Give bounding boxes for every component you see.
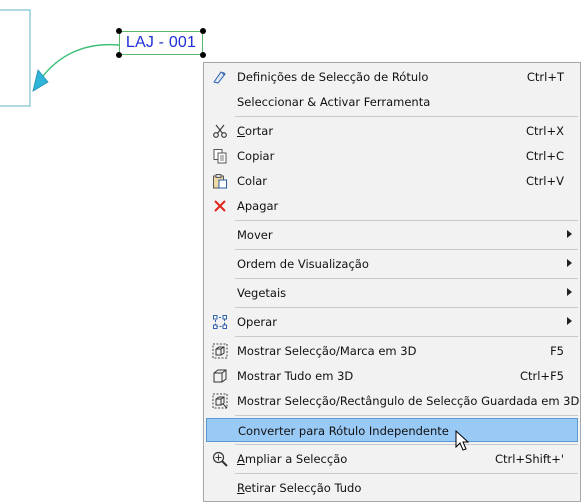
menu-item-zoom-selection[interactable]: Ampliar a Selecção Ctrl+Shift+': [206, 447, 578, 471]
label-settings-icon: [213, 71, 226, 84]
selection-handle[interactable]: [200, 52, 206, 58]
menu-item-vegetais[interactable]: Vegetais: [206, 281, 578, 305]
copy-icon: [213, 149, 227, 164]
menu-separator: [235, 415, 578, 416]
menu-item-label: Cortar: [237, 124, 274, 138]
mouse-cursor-icon: [455, 430, 470, 451]
selection-handle[interactable]: [200, 28, 206, 34]
menu-item-cut[interactable]: Cortar Ctrl+X: [206, 119, 578, 143]
menu-item-show-all-3d[interactable]: Mostrar Tudo em 3D Ctrl+F5: [206, 364, 578, 388]
scissors-icon: [213, 124, 227, 138]
menu-item-move[interactable]: Mover: [206, 223, 578, 247]
menu-separator: [235, 473, 578, 474]
menu-item-label-settings[interactable]: Definições de Selecção de Rótulo Ctrl+T: [206, 65, 578, 89]
cube-icon: [213, 369, 227, 383]
menu-item-paste[interactable]: Colar Ctrl+V: [206, 169, 578, 193]
menu-separator: [235, 220, 578, 221]
menu-separator: [235, 307, 578, 308]
menu-item-copy[interactable]: Copiar Ctrl+C: [206, 144, 578, 168]
menu-separator: [235, 444, 578, 445]
label-element[interactable]: LAJ - 001: [119, 31, 203, 55]
menu-item-show-selection-3d[interactable]: Mostrar Selecção/Marca em 3D F5: [206, 339, 578, 363]
leader-line: [39, 43, 120, 81]
menu-separator: [235, 249, 578, 250]
show-3d-selection-icon: [212, 343, 228, 359]
menu-item-delete[interactable]: Apagar: [206, 194, 578, 218]
menu-item-operate[interactable]: Operar: [206, 310, 578, 334]
menu-item-label: Retirar Selecção Tudo: [237, 481, 362, 495]
menu-separator: [235, 116, 578, 117]
submenu-arrow-icon: [567, 288, 572, 296]
operate-icon: [213, 315, 227, 329]
menu-item-select-activate-tool[interactable]: Seleccionar & Activar Ferramenta: [206, 90, 578, 114]
submenu-arrow-icon: [567, 317, 572, 325]
zoom-selection-icon: [212, 451, 228, 467]
drawing-rectangle-edge: [0, 9, 31, 107]
menu-separator: [235, 336, 578, 337]
submenu-arrow-icon: [567, 259, 572, 267]
paste-icon: [213, 174, 227, 189]
selection-handle[interactable]: [116, 52, 122, 58]
submenu-arrow-icon: [567, 230, 572, 238]
menu-item-convert-independent-label[interactable]: Converter para Rótulo Independente: [206, 418, 578, 442]
menu-item-show-marquee-3d[interactable]: Mostrar Selecção/Rectângulo de Selecção …: [206, 389, 579, 413]
delete-x-icon: [214, 200, 226, 212]
menu-item-display-order[interactable]: Ordem de Visualização: [206, 252, 578, 276]
label-text: LAJ - 001: [125, 34, 197, 51]
menu-item-deselect-all[interactable]: Retirar Selecção Tudo: [206, 476, 578, 500]
context-menu: Definições de Selecção de Rótulo Ctrl+T …: [203, 62, 581, 502]
menu-separator: [235, 278, 578, 279]
menu-item-label: Ampliar a Selecção: [237, 452, 348, 466]
selection-handle[interactable]: [116, 28, 122, 34]
show-3d-marquee-icon: [212, 393, 228, 409]
